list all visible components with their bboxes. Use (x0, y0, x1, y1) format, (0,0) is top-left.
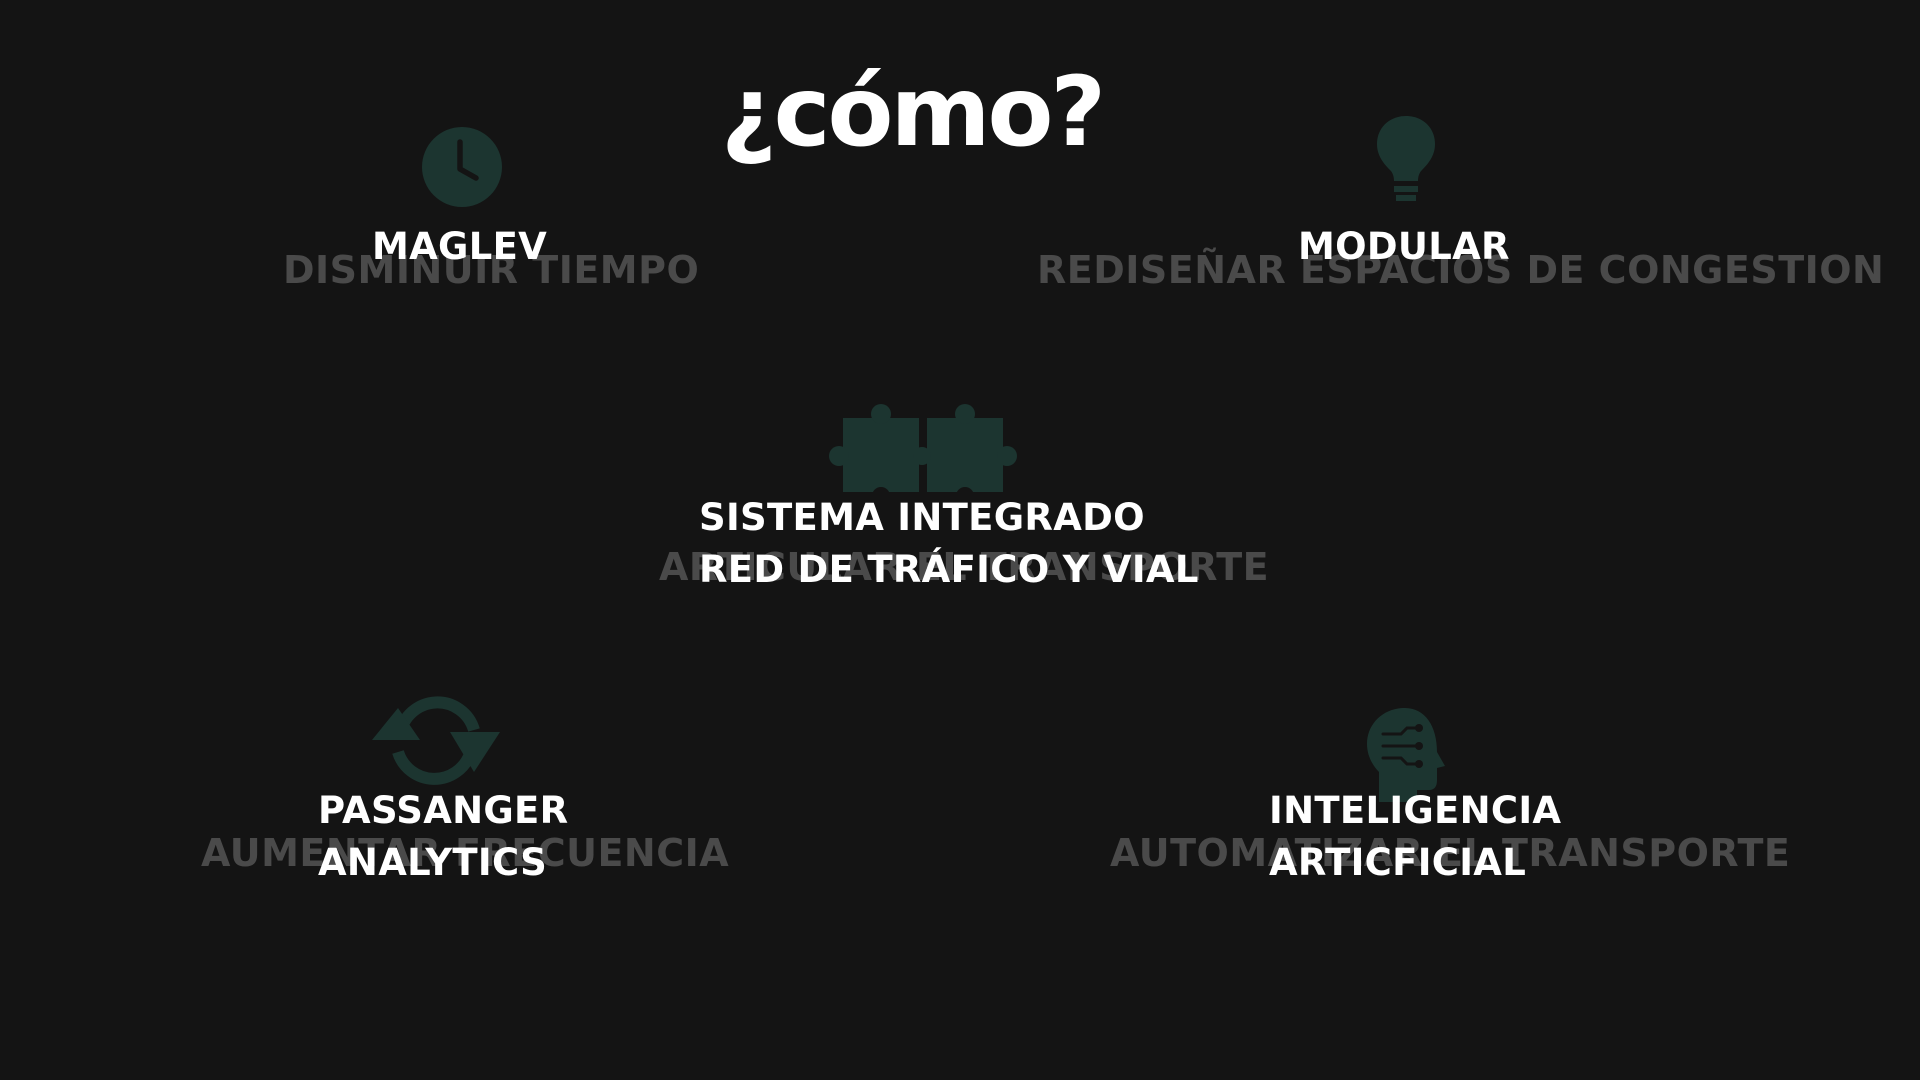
item-label-line: ARTICFICIAL (1269, 841, 1527, 884)
item-label-line: RED DE TRÁFICO Y VIAL (699, 548, 1199, 591)
item-label-line: MAGLEV (372, 225, 548, 268)
item-label: MAGLEV (372, 221, 547, 273)
refresh-icon (372, 696, 500, 785)
item-label: PASSANGER ANALYTICS (318, 785, 568, 889)
item-label: MODULAR (1298, 221, 1510, 273)
item-label-line: ANALYTICS (318, 841, 548, 884)
item-label: SISTEMA INTEGRADO RED DE TRÁFICO Y VIAL (699, 492, 1199, 596)
lightbulb-icon (1377, 116, 1435, 201)
item-label: INTELIGENCIA ARTICFICIAL (1269, 785, 1561, 889)
item-label-line: INTELIGENCIA (1269, 789, 1562, 832)
item-label-line: MODULAR (1298, 225, 1510, 268)
item-label-line: PASSANGER (318, 789, 569, 832)
item-label-line: SISTEMA INTEGRADO (699, 496, 1145, 539)
page-title: ¿cómo? (720, 56, 1106, 168)
puzzle-icon (829, 404, 1017, 504)
clock-icon (422, 127, 502, 207)
